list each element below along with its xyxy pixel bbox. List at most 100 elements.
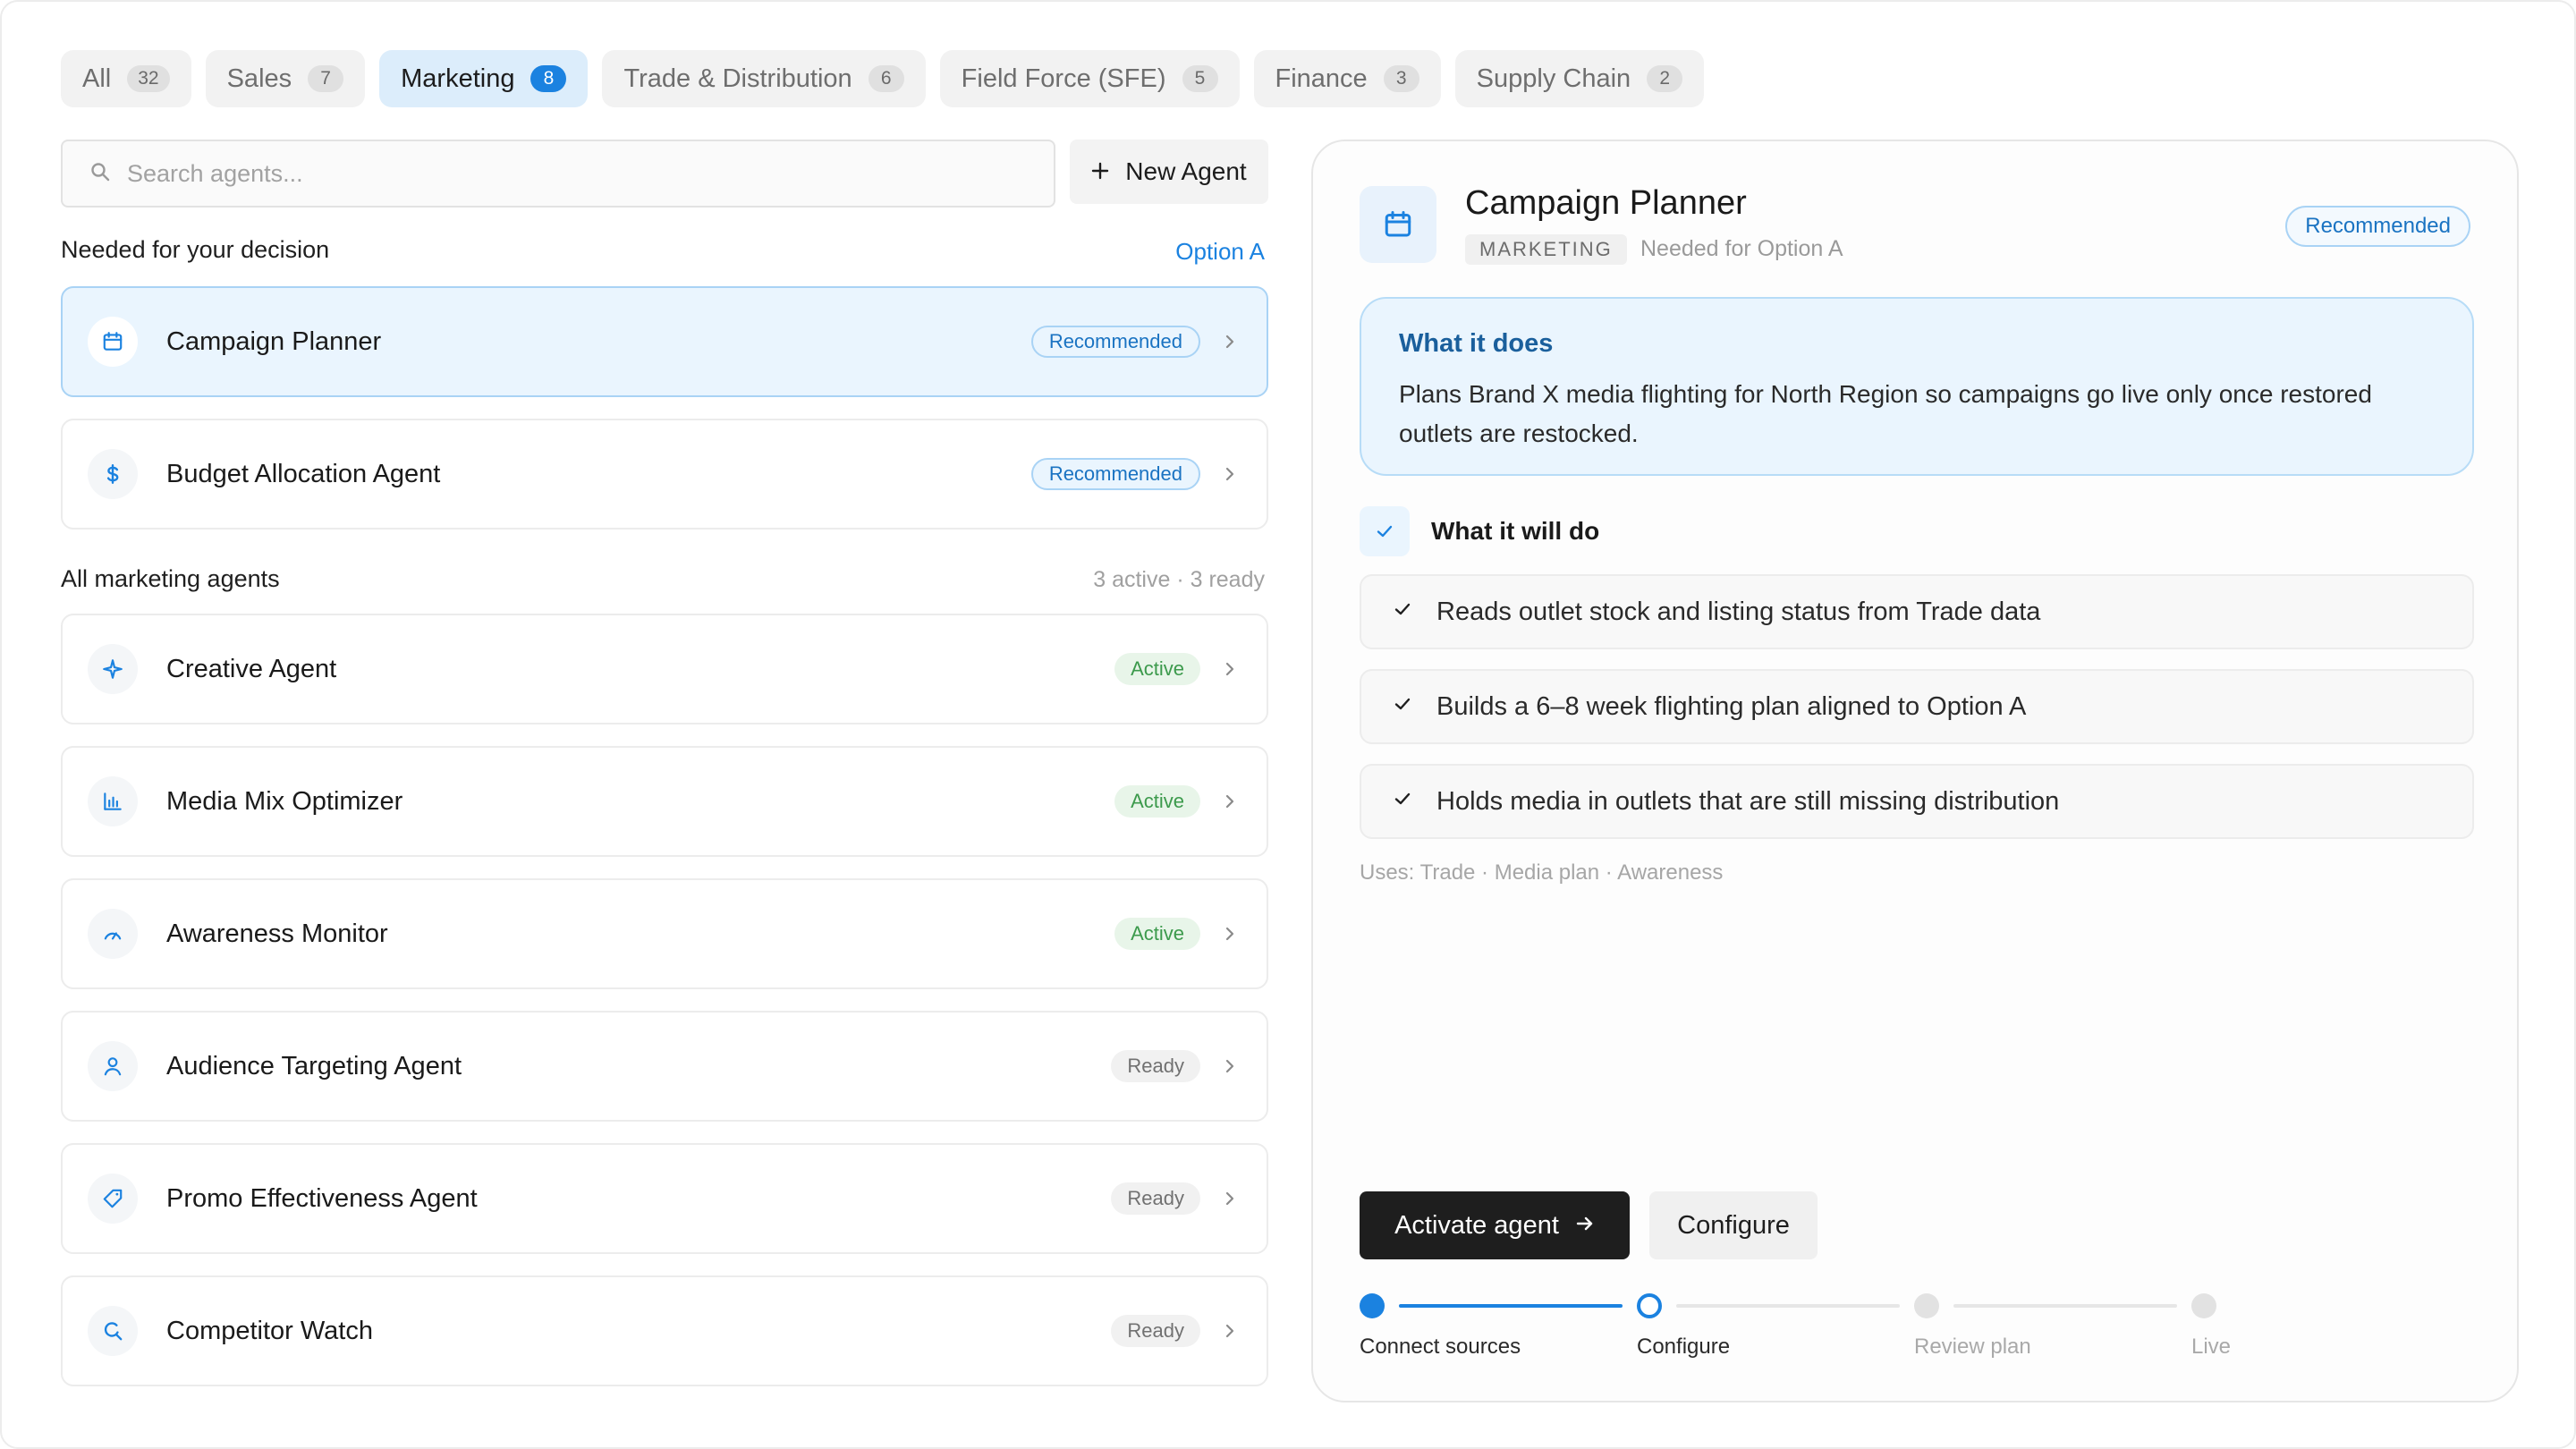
check-icon xyxy=(1392,787,1413,817)
status-badge: Recommended xyxy=(1030,458,1200,490)
tab-marketing[interactable]: Marketing 8 xyxy=(379,50,589,107)
new-agent-label: New Agent xyxy=(1125,157,1247,185)
option-a-link[interactable]: Option A xyxy=(1175,238,1265,266)
what-it-does-description: Plans Brand X media flighting for North … xyxy=(1399,380,2372,447)
tab-label: Supply Chain xyxy=(1476,64,1631,93)
step-label: Configure xyxy=(1637,1335,1731,1359)
chevron-right-icon xyxy=(1220,1056,1240,1076)
chevron-right-icon xyxy=(1220,464,1240,484)
agent-name: Audience Targeting Agent xyxy=(166,1051,462,1080)
status-badge: Active xyxy=(1114,918,1200,950)
will-do-item: Holds media in outlets that are still mi… xyxy=(1360,764,2474,839)
status-badge: Ready xyxy=(1111,1315,1200,1347)
will-do-item: Reads outlet stock and listing status fr… xyxy=(1360,574,2474,649)
search-icon xyxy=(89,161,111,187)
tab-label: Sales xyxy=(226,64,292,93)
step-dot-configure xyxy=(1637,1293,1662,1318)
agent-row-competitor-watch[interactable]: Competitor Watch Ready xyxy=(61,1275,1268,1386)
arrow-right-icon xyxy=(1575,1211,1595,1241)
step-label: Live xyxy=(2191,1335,2232,1359)
detail-title: Campaign Planner xyxy=(1465,184,1747,222)
chevron-right-icon xyxy=(1220,924,1240,944)
gauge-icon xyxy=(88,909,138,959)
chevron-right-icon xyxy=(1220,332,1240,352)
bar-chart-icon xyxy=(88,776,138,826)
agent-row-creative-agent[interactable]: Creative Agent Active xyxy=(61,614,1268,724)
step-connector xyxy=(1953,1304,2177,1308)
tab-count-badge: 3 xyxy=(1383,65,1419,92)
what-it-does-card: What it does Plans Brand X media flighti… xyxy=(1360,297,2474,476)
tab-count-badge: 6 xyxy=(868,65,904,92)
recommended-badge: Recommended xyxy=(2285,206,2470,247)
will-do-title: What it will do xyxy=(1431,517,1600,545)
step-connector xyxy=(1399,1304,1623,1308)
search-input[interactable] xyxy=(127,159,1021,188)
tab-label: Finance xyxy=(1275,64,1368,93)
tab-count-badge: 32 xyxy=(127,65,170,92)
step-label: Review plan xyxy=(1914,1335,2031,1359)
agents-status-summary: 3 active · 3 ready xyxy=(1093,567,1265,592)
category-tabs: All 32 Sales 7 Marketing 8 Trade & Distributio… xyxy=(61,50,1705,107)
agent-row-awareness-monitor[interactable]: Awareness Monitor Active xyxy=(61,878,1268,989)
setup-progress: Connect sources Configure Review plan Live xyxy=(1360,1293,2254,1365)
step-dot-connect-sources xyxy=(1360,1293,1385,1318)
chevron-right-icon xyxy=(1220,792,1240,811)
calendar-icon xyxy=(88,317,138,367)
tab-count-badge: 2 xyxy=(1647,65,1683,92)
tab-label: Marketing xyxy=(401,64,515,93)
agent-name: Awareness Monitor xyxy=(166,919,388,948)
calendar-icon xyxy=(1360,186,1436,263)
will-do-item: Builds a 6–8 week flighting plan aligned… xyxy=(1360,669,2474,744)
status-badge: Active xyxy=(1114,653,1200,685)
agent-row-media-mix-optimizer[interactable]: Media Mix Optimizer Active xyxy=(61,746,1268,857)
tab-count-badge: 7 xyxy=(308,65,344,92)
agent-name: Budget Allocation Agent xyxy=(166,459,441,488)
tab-field-force-sfe[interactable]: Field Force (SFE) 5 xyxy=(939,50,1240,107)
tab-label: All xyxy=(82,64,112,93)
uses-sources: Uses: Trade · Media plan · Awareness xyxy=(1360,860,1724,885)
new-agent-button[interactable]: New Agent xyxy=(1070,140,1268,204)
search-bar[interactable] xyxy=(61,140,1055,208)
step-connector xyxy=(1676,1304,1900,1308)
activate-agent-label: Activate agent xyxy=(1394,1210,1559,1240)
agent-name: Competitor Watch xyxy=(166,1316,373,1345)
activate-agent-button[interactable]: Activate agent xyxy=(1360,1191,1630,1259)
tab-count-badge: 5 xyxy=(1182,65,1218,92)
will-do-header: What it will do xyxy=(1360,506,1599,556)
sparkle-icon xyxy=(88,644,138,694)
all-agents-section-title: All marketing agents xyxy=(61,565,280,592)
decision-section-title: Needed for your decision xyxy=(61,236,330,263)
configure-button[interactable]: Configure xyxy=(1649,1191,1818,1259)
category-tag: MARKETING xyxy=(1465,234,1627,265)
will-do-text: Holds media in outlets that are still mi… xyxy=(1436,786,2060,816)
app-frame: All 32 Sales 7 Marketing 8 Trade & Distributio… xyxy=(0,0,2576,1449)
user-icon xyxy=(88,1041,138,1091)
agent-detail-panel: Campaign Planner MARKETING Needed for Op… xyxy=(1311,140,2519,1402)
what-it-does-title: What it does xyxy=(1399,329,1554,358)
status-badge: Ready xyxy=(1111,1050,1200,1082)
agent-name: Creative Agent xyxy=(166,654,337,683)
tab-sales[interactable]: Sales 7 xyxy=(205,50,366,107)
tab-trade-distribution[interactable]: Trade & Distribution 6 xyxy=(602,50,926,107)
agent-name: Media Mix Optimizer xyxy=(166,786,403,816)
tag-icon xyxy=(88,1174,138,1224)
tab-label: Trade & Distribution xyxy=(623,64,852,93)
agent-name: Campaign Planner xyxy=(166,326,382,356)
will-do-text: Builds a 6–8 week flighting plan aligned… xyxy=(1436,691,2027,721)
will-do-text: Reads outlet stock and listing status fr… xyxy=(1436,597,2041,626)
step-dot-review-plan xyxy=(1914,1293,1939,1318)
agent-row-budget-allocation-agent[interactable]: Budget Allocation Agent Recommended xyxy=(61,419,1268,530)
agent-row-promo-effectiveness-agent[interactable]: Promo Effectiveness Agent Ready xyxy=(61,1143,1268,1254)
tab-label: Field Force (SFE) xyxy=(961,64,1166,93)
status-badge: Ready xyxy=(1111,1182,1200,1215)
needed-for-text: Needed for Option A xyxy=(1640,236,1843,261)
tab-all[interactable]: All 32 xyxy=(61,50,191,107)
plus-icon xyxy=(1091,157,1109,186)
agent-row-audience-targeting-agent[interactable]: Audience Targeting Agent Ready xyxy=(61,1011,1268,1122)
chevron-right-icon xyxy=(1220,659,1240,679)
tab-finance[interactable]: Finance 3 xyxy=(1253,50,1441,107)
chevron-right-icon xyxy=(1220,1189,1240,1208)
agent-row-campaign-planner[interactable]: Campaign Planner Recommended xyxy=(61,286,1268,397)
tab-supply-chain[interactable]: Supply Chain 2 xyxy=(1454,50,1705,107)
status-badge: Recommended xyxy=(1030,326,1200,358)
